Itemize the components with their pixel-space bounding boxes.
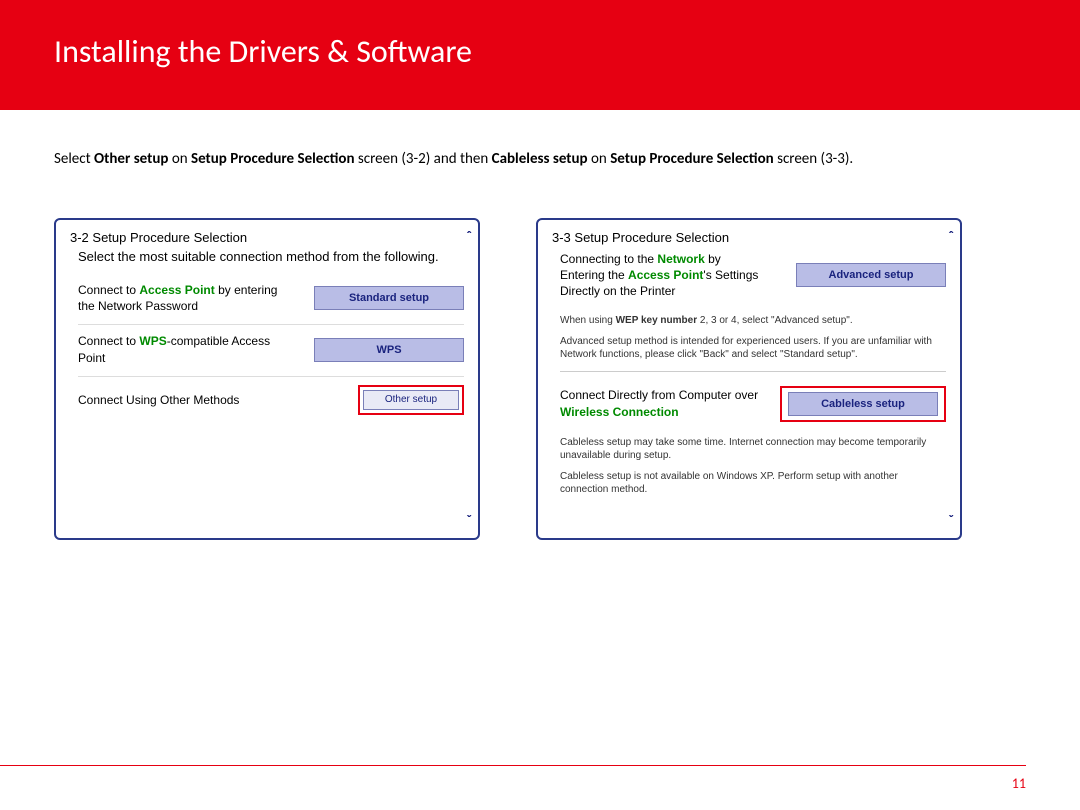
- scroll-down-icon[interactable]: ˇ: [466, 514, 472, 528]
- header-banner: Installing the Drivers & Software: [0, 0, 1080, 110]
- option-other-label: Connect Using Other Methods: [78, 392, 239, 408]
- option-wps: Connect to WPS-compatible Access Point W…: [78, 325, 464, 376]
- option-cableless-label: Connect Directly from Computer over Wire…: [560, 387, 758, 419]
- advanced-setup-button[interactable]: Advanced setup: [796, 263, 946, 287]
- panel-3-3-title: 3-3 Setup Procedure Selection: [538, 220, 960, 249]
- scroll-up-icon[interactable]: ˆ: [466, 230, 472, 244]
- note-advanced: Advanced setup method is intended for ex…: [560, 331, 946, 365]
- option-standard-setup: Connect to Access Point by entering the …: [78, 274, 464, 325]
- option-advanced-setup: Connecting to the Network by Entering th…: [560, 249, 946, 310]
- panel-3-2-subtitle: Select the most suitable connection meth…: [78, 249, 464, 264]
- note-cableless-1: Cableless setup may take some time. Inte…: [560, 432, 946, 466]
- page-number: 11: [1012, 775, 1026, 792]
- panel-3-2: ˆ ˇ 3-2 Setup Procedure Selection Select…: [54, 218, 480, 540]
- wps-button[interactable]: WPS: [314, 338, 464, 362]
- page-title: Installing the Drivers & Software: [54, 32, 1080, 71]
- scroll-down-icon[interactable]: ˇ: [948, 514, 954, 528]
- footer-divider: [0, 765, 1026, 766]
- other-setup-button[interactable]: Other setup: [363, 390, 459, 410]
- note-wep: When using WEP key number 2, 3 or 4, sel…: [560, 310, 946, 331]
- option-wps-label: Connect to WPS-compatible Access Point: [78, 333, 278, 365]
- scroll-up-icon[interactable]: ˆ: [948, 230, 954, 244]
- option-standard-label: Connect to Access Point by entering the …: [78, 282, 278, 314]
- divider: [560, 371, 946, 372]
- option-advanced-label: Connecting to the Network by Entering th…: [560, 251, 758, 300]
- cableless-setup-highlight: Cableless setup: [780, 386, 946, 422]
- panel-3-3: ˆ ˇ 3-3 Setup Procedure Selection Connec…: [536, 218, 962, 540]
- panel-3-2-title: 3-2 Setup Procedure Selection: [56, 220, 478, 249]
- option-cableless-setup: Connect Directly from Computer over Wire…: [560, 378, 946, 432]
- instruction-text: Select Other setup on Setup Procedure Se…: [54, 150, 1026, 168]
- note-cableless-2: Cableless setup is not available on Wind…: [560, 466, 946, 500]
- content-area: Select Other setup on Setup Procedure Se…: [0, 110, 1080, 540]
- standard-setup-button[interactable]: Standard setup: [314, 286, 464, 310]
- cableless-setup-button[interactable]: Cableless setup: [788, 392, 938, 416]
- option-other-setup: Connect Using Other Methods Other setup: [78, 377, 464, 425]
- other-setup-highlight: Other setup: [358, 385, 464, 415]
